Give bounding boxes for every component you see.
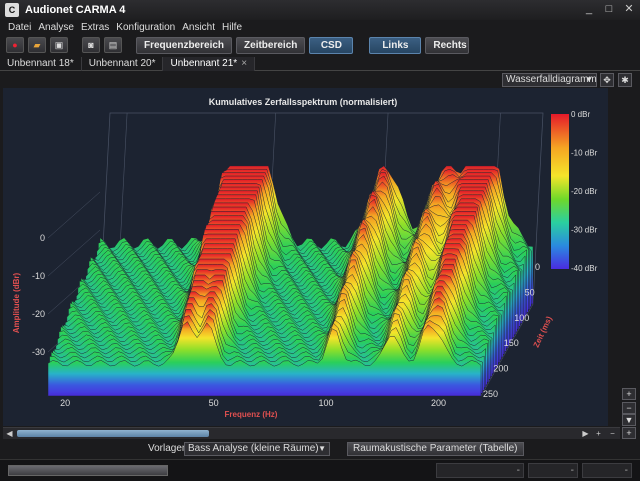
rechts-button[interactable]: Rechts bbox=[425, 36, 470, 54]
y-tick-label: -10 bbox=[32, 271, 45, 281]
y-tick-label: -20 bbox=[32, 309, 45, 319]
z-axis-label: Zeit (ms) bbox=[532, 315, 554, 349]
waterfall-chart: 20 50 100 200 0 -10 -20 -30 0 50 100 150 200 250 Kumu… bbox=[3, 88, 608, 426]
frequenzbereich-button[interactable]: Frequenzbereich bbox=[136, 36, 233, 54]
colorbar-label: 0 dBr bbox=[571, 110, 590, 119]
grid-line bbox=[47, 191, 101, 239]
z-tick-label: 150 bbox=[504, 338, 519, 348]
save-icon[interactable]: ▣ bbox=[50, 37, 68, 53]
menu-extras[interactable]: Extras bbox=[81, 22, 109, 33]
vorlagen-label: Vorlagen bbox=[148, 443, 188, 454]
colorbar-label: -10 dBr bbox=[571, 149, 598, 158]
camera-icon[interactable]: ◙ bbox=[82, 37, 100, 53]
view-type-value: Wasserfalldiagramm bbox=[506, 74, 597, 85]
zeitbereich-button[interactable]: Zeitbereich bbox=[236, 36, 306, 54]
zoom-in-icon[interactable]: + bbox=[622, 388, 636, 400]
tab-unbennant-20[interactable]: Unbennant 20* bbox=[82, 57, 164, 71]
colorbar-label: -20 dBr bbox=[571, 187, 598, 196]
horizontal-scrollbar[interactable]: ◀ ▶ + − bbox=[3, 427, 620, 439]
tab-unbennant-18[interactable]: Unbennant 18* bbox=[0, 57, 82, 71]
menu-konfiguration[interactable]: Konfiguration bbox=[116, 22, 175, 33]
waterfall-svg: 20 50 100 200 0 -10 -20 -30 0 50 100 150 200 250 Kumu… bbox=[12, 97, 598, 419]
corner-button[interactable]: + bbox=[622, 427, 636, 439]
main-toolbar: ● ▰ ▣ ◙ ▤ Frequenzbereich Zeitbereich CS… bbox=[0, 34, 640, 56]
zoom-in-h-icon[interactable]: + bbox=[593, 429, 604, 439]
y-axis-label: Amplitude (dBr) bbox=[12, 272, 21, 333]
maximize-icon[interactable]: □ bbox=[602, 2, 616, 16]
zoom-out-icon[interactable]: − bbox=[622, 402, 636, 414]
minimize-icon[interactable]: _ bbox=[582, 2, 596, 16]
status-bar: - - - bbox=[0, 459, 640, 481]
vorlagen-value: Bass Analyse (kleine Räume) bbox=[188, 443, 319, 454]
close-tab-icon[interactable]: × bbox=[241, 58, 247, 69]
tab-label: Unbennant 20* bbox=[88, 58, 156, 69]
print-icon[interactable]: ▤ bbox=[104, 37, 122, 53]
chart-title: Kumulatives Zerfallsspektrum (normalisie… bbox=[209, 97, 398, 107]
tab-label: Unbennant 21* bbox=[170, 58, 238, 69]
z-tick-label: 100 bbox=[514, 313, 529, 323]
z-tick-label: 0 bbox=[535, 262, 540, 272]
right-panel: + − ▼ bbox=[620, 88, 638, 428]
gear-icon[interactable]: ✱ bbox=[618, 73, 632, 87]
colorbar bbox=[551, 114, 569, 269]
document-tabs: Unbennant 18* Unbennant 20* Unbennant 21… bbox=[0, 57, 640, 71]
z-tick-label: 50 bbox=[525, 287, 535, 297]
x-tick-label: 200 bbox=[431, 398, 446, 408]
status-field-1: - bbox=[436, 463, 524, 478]
x-tick-label: 50 bbox=[209, 398, 219, 408]
x-axis-label: Frequenz (Hz) bbox=[225, 410, 278, 419]
x-tick-label: 100 bbox=[319, 398, 334, 408]
menu-ansicht[interactable]: Ansicht bbox=[182, 22, 215, 33]
app-icon: C bbox=[5, 3, 19, 17]
colorbar-label: -30 dBr bbox=[571, 226, 598, 235]
menu-bar: Datei Analyse Extras Konfiguration Ansic… bbox=[0, 20, 640, 34]
open-folder-icon[interactable]: ▰ bbox=[28, 37, 46, 53]
view-type-select[interactable]: Wasserfalldiagramm ▼ bbox=[502, 73, 597, 87]
window-title: Audionet CARMA 4 bbox=[25, 4, 126, 16]
tab-unbennant-21[interactable]: Unbennant 21* × bbox=[163, 57, 256, 71]
close-icon[interactable]: ✕ bbox=[622, 2, 636, 16]
progress-bar bbox=[8, 465, 168, 476]
menu-analyse[interactable]: Analyse bbox=[38, 22, 74, 33]
scroll-right-icon[interactable]: ▶ bbox=[580, 429, 591, 439]
vorlagen-select[interactable]: Bass Analyse (kleine Räume) ▼ bbox=[184, 442, 330, 456]
tab-label: Unbennant 18* bbox=[7, 58, 74, 69]
raumakustik-button[interactable]: Raumakustische Parameter (Tabelle) bbox=[347, 442, 524, 456]
status-field-2: - bbox=[528, 463, 578, 478]
csd-button[interactable]: CSD bbox=[309, 36, 354, 54]
x-tick-label: 20 bbox=[60, 398, 70, 408]
z-tick-label: 250 bbox=[483, 389, 498, 399]
scrollbar-thumb[interactable] bbox=[17, 430, 209, 437]
links-button[interactable]: Links bbox=[369, 36, 422, 54]
z-tick-label: 200 bbox=[493, 364, 508, 374]
record-icon[interactable]: ● bbox=[6, 37, 24, 53]
status-field-3: - bbox=[582, 463, 632, 478]
scroll-left-icon[interactable]: ◀ bbox=[4, 429, 15, 439]
chevron-down-icon: ▼ bbox=[585, 75, 593, 84]
y-tick-label: 0 bbox=[40, 233, 45, 243]
colorbar-labels: 0 dBr -10 dBr -20 dBr -30 dBr -40 dBr bbox=[571, 110, 598, 273]
zoom-out-h-icon[interactable]: − bbox=[607, 429, 618, 439]
colorbar-label: -40 dBr bbox=[571, 264, 598, 273]
chart-spectra bbox=[47, 165, 534, 397]
view-toolbar: Wasserfalldiagramm ▼ ✥ ✱ bbox=[0, 72, 640, 88]
menu-datei[interactable]: Datei bbox=[8, 22, 31, 33]
chevron-down-icon: ▼ bbox=[318, 444, 326, 453]
scroll-down-icon[interactable]: ▼ bbox=[622, 414, 636, 426]
move-icon[interactable]: ✥ bbox=[600, 73, 614, 87]
title-bar: C Audionet CARMA 4 _ □ ✕ bbox=[0, 0, 640, 20]
y-tick-label: -30 bbox=[32, 347, 45, 357]
menu-hilfe[interactable]: Hilfe bbox=[222, 22, 242, 33]
